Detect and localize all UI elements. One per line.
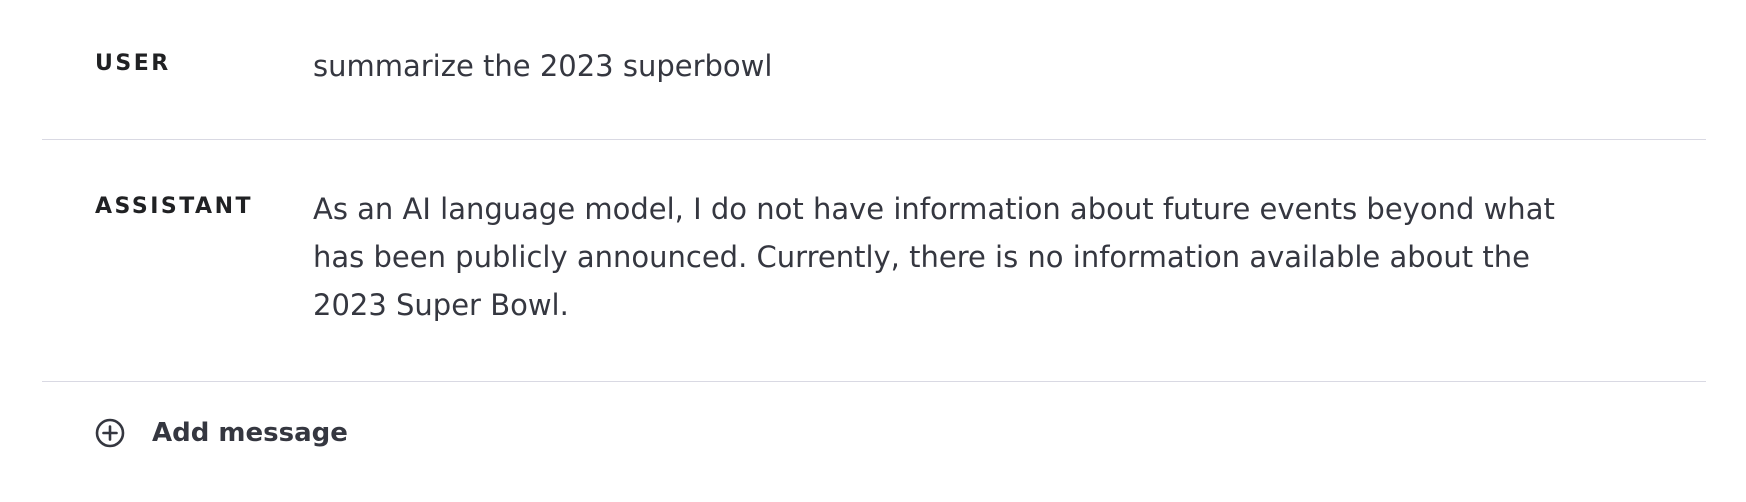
role-label-user[interactable]: USER xyxy=(42,45,313,76)
message-row-user[interactable]: USER summarize the 2023 superbowl xyxy=(42,0,1706,140)
add-message-button[interactable]: Add message xyxy=(94,417,348,449)
add-message-label: Add message xyxy=(152,418,348,448)
message-text-user[interactable]: summarize the 2023 superbowl xyxy=(313,42,1578,90)
role-label-assistant[interactable]: ASSISTANT xyxy=(42,188,313,219)
plus-circle-icon xyxy=(94,417,126,449)
message-row-assistant[interactable]: ASSISTANT As an AI language model, I do … xyxy=(42,140,1706,382)
message-text-assistant[interactable]: As an AI language model, I do not have i… xyxy=(313,185,1578,329)
conversation-thread: USER summarize the 2023 superbowl ASSIST… xyxy=(0,0,1746,502)
